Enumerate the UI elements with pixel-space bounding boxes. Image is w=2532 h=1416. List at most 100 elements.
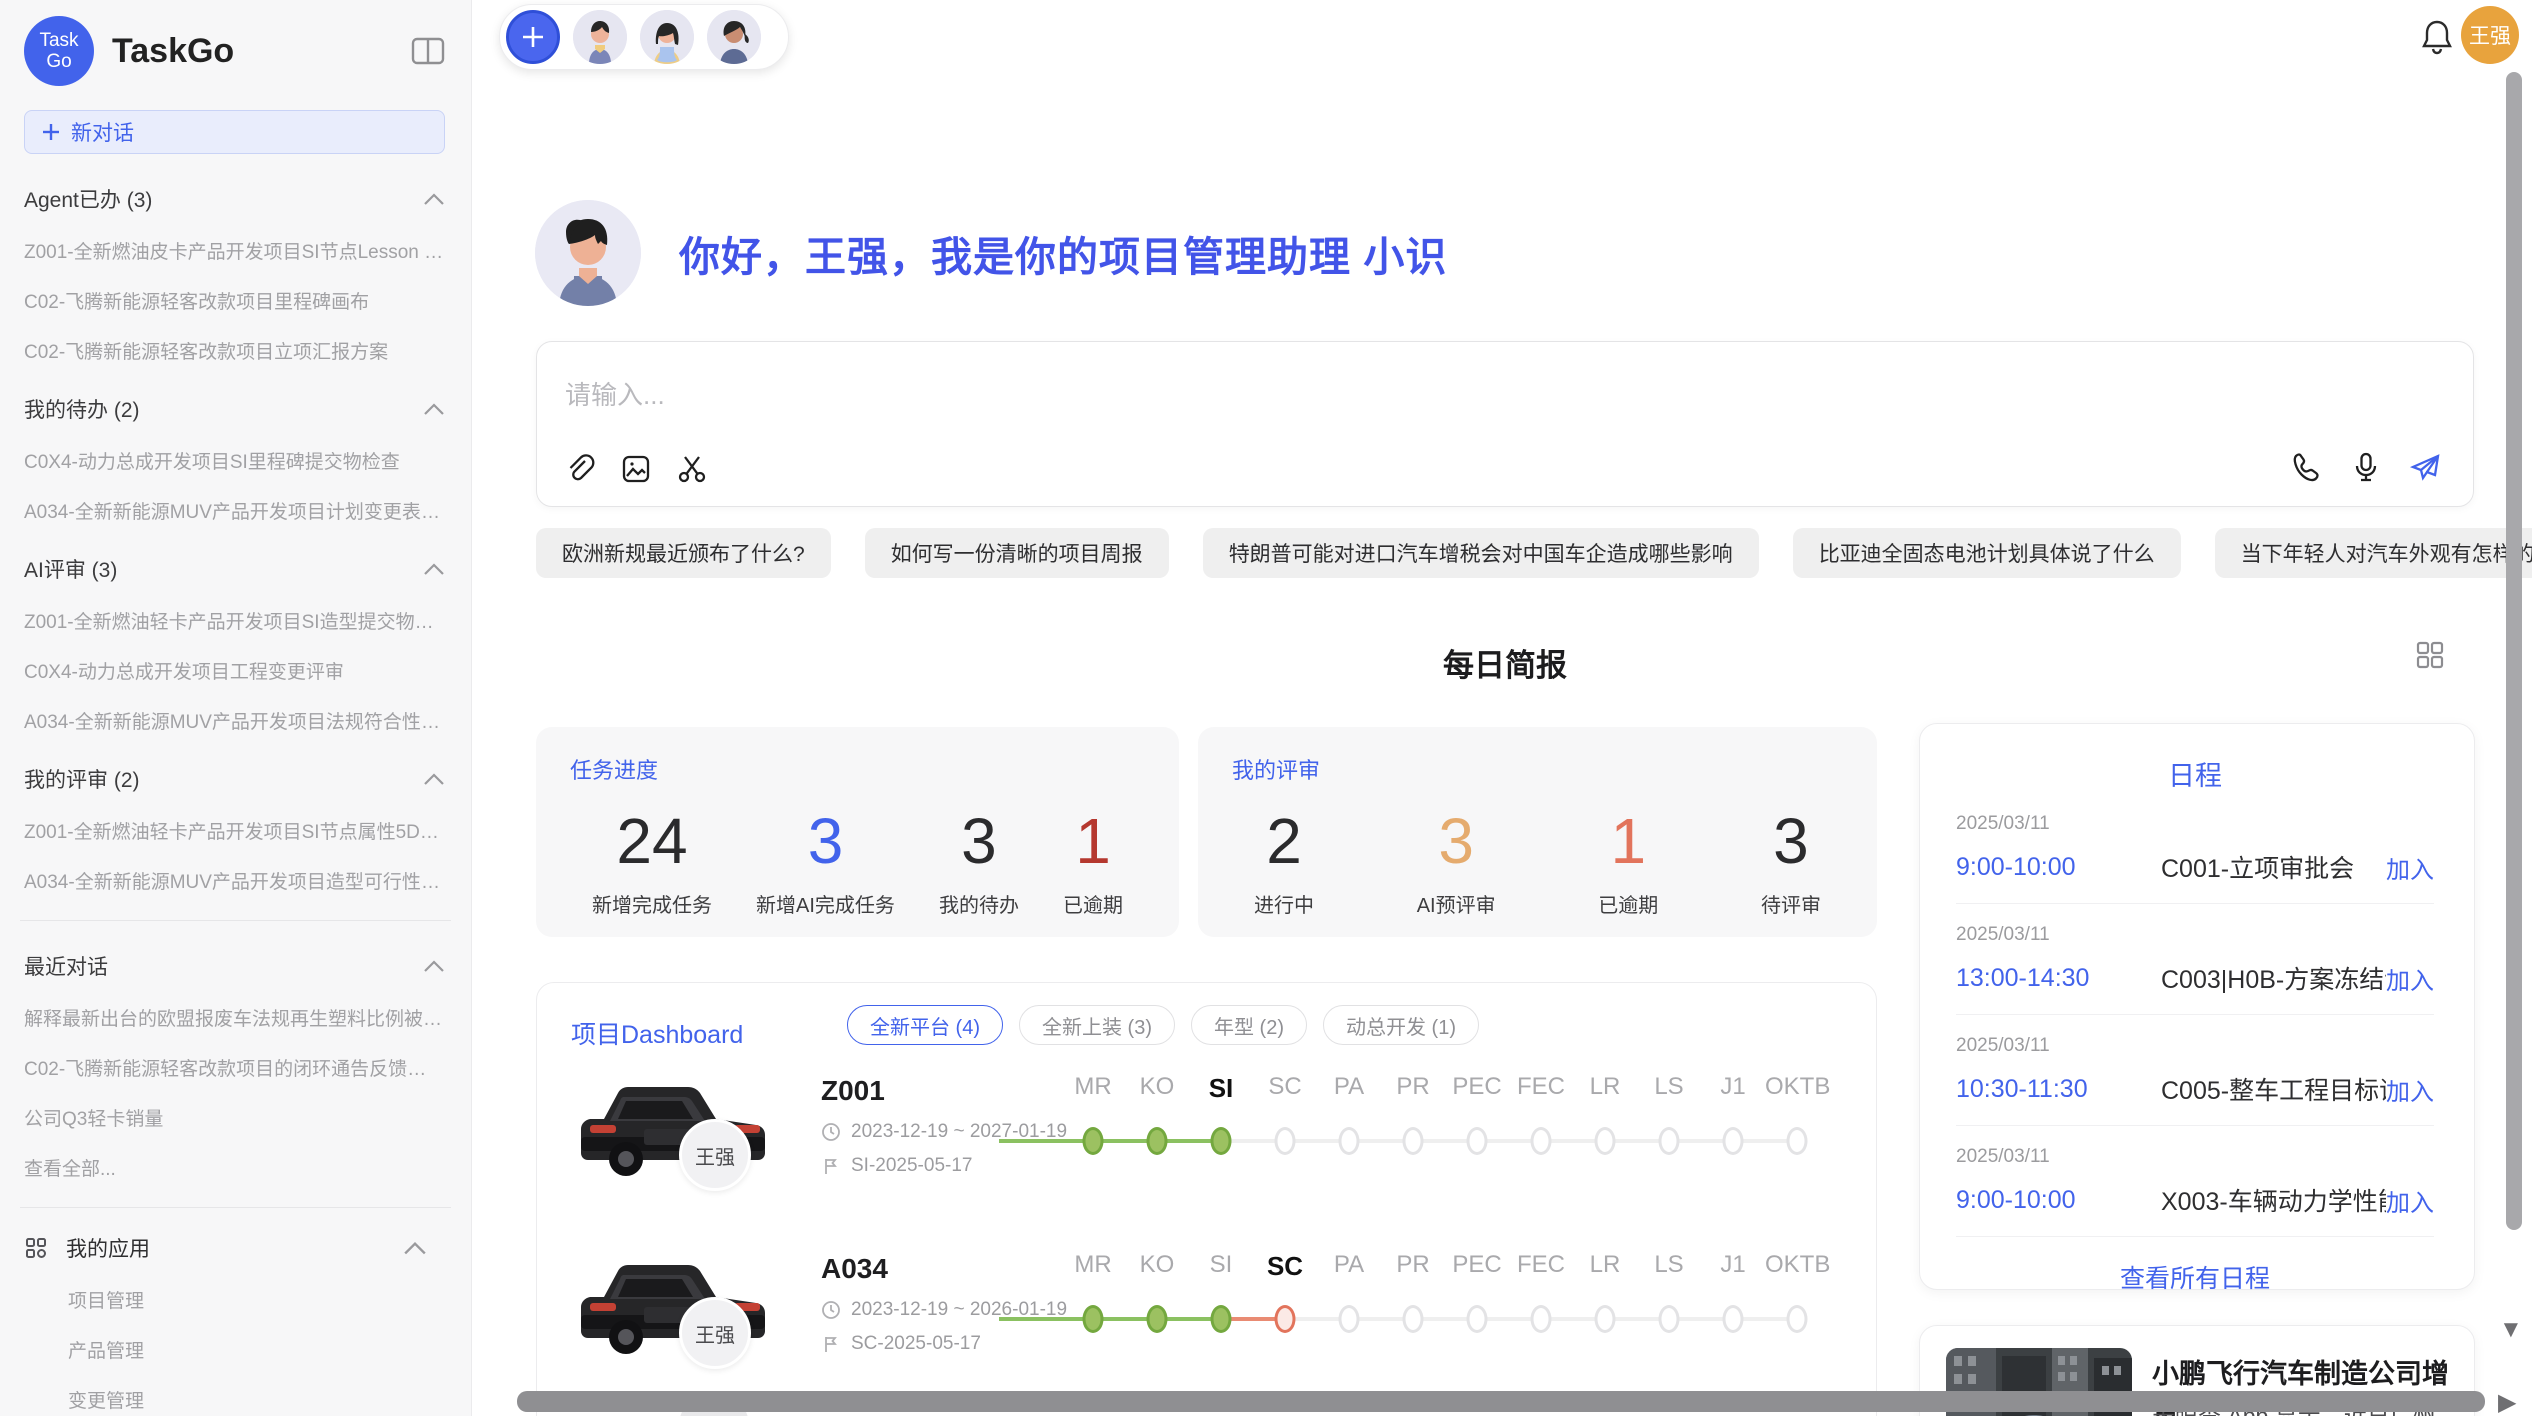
event-name: C005-整车工程目标评审 xyxy=(2161,1071,2386,1107)
agent-avatar-1[interactable] xyxy=(573,10,627,64)
stat-ai-done: 3 新增AI完成任务 xyxy=(756,795,895,918)
layout-grid-icon[interactable] xyxy=(2415,640,2445,670)
join-link[interactable]: 加入 xyxy=(2386,850,2434,885)
image-icon[interactable] xyxy=(619,452,653,486)
send-icon[interactable] xyxy=(2409,450,2443,484)
sidebar-item[interactable]: A034-全新新能源MUV产品开发项目造型可行性评审 xyxy=(24,867,445,894)
milestone-dot xyxy=(1723,1127,1744,1155)
clock-icon xyxy=(821,1300,841,1320)
chevron-up-icon[interactable] xyxy=(423,192,445,206)
add-agent-button[interactable] xyxy=(506,10,560,64)
user-name: 王强 xyxy=(2469,20,2511,50)
agent-avatar-3[interactable] xyxy=(707,10,761,64)
suggestion-chip[interactable]: 特朗普可能对进口汽车增税会对中国车企造成哪些影响 xyxy=(1203,528,1759,578)
milestone-dot xyxy=(1275,1127,1296,1155)
chevron-up-icon[interactable] xyxy=(423,562,445,576)
sidebar-item[interactable]: C02-飞腾新能源轻客改款项目里程碑画布 xyxy=(24,287,445,314)
app-item[interactable]: 项目管理 xyxy=(68,1286,445,1313)
tab-new-platform[interactable]: 全新平台 (4) xyxy=(847,1005,1003,1045)
section-title: 我的待办 (2) xyxy=(24,394,140,424)
user-avatar[interactable]: 王强 xyxy=(2461,6,2519,64)
sidebar-header: Task Go TaskGo xyxy=(24,16,445,86)
sidebar-item[interactable]: Z001-全新燃油轻卡产品开发项目SI造型提交物评审 xyxy=(24,607,445,634)
milestone-dot xyxy=(1595,1305,1616,1333)
event-date: 2025/03/11 xyxy=(1956,813,2434,835)
milestone-dot xyxy=(1147,1127,1168,1155)
event-name: C003|H0B-方案冻结评审 xyxy=(2161,960,2386,996)
tab-new-topbody[interactable]: 全新上装 (3) xyxy=(1019,1005,1175,1045)
suggestion-chip[interactable]: 当下年轻人对汽车外观有怎样的喜好趋势 xyxy=(2215,528,2532,578)
track-lead-line xyxy=(999,1139,1069,1143)
chevron-up-icon[interactable] xyxy=(423,772,445,786)
logo-line1: Task xyxy=(39,30,78,51)
assistant-avatar xyxy=(535,200,641,306)
app-item[interactable]: 产品管理 xyxy=(68,1336,445,1363)
join-link[interactable]: 加入 xyxy=(2386,961,2434,996)
microphone-icon[interactable] xyxy=(2349,450,2383,484)
logo-line2: Go xyxy=(46,51,71,72)
new-chat-button[interactable]: 新对话 xyxy=(24,110,445,154)
schedule-panel: 日程 2025/03/11 9:00-10:00 C001-立项审批会 加入 2… xyxy=(1919,723,2475,1290)
recent-item[interactable]: C02-飞腾新能源轻客改款项目的闭环通告反馈情况 xyxy=(24,1054,445,1081)
event-date: 2025/03/11 xyxy=(1956,924,2434,946)
view-all-schedule-link[interactable]: 查看所有日程 xyxy=(1956,1259,2434,1295)
stat-pending-review: 3 待评审 xyxy=(1761,795,1821,918)
card-title: 我的评审 xyxy=(1232,753,1821,785)
milestone-dot xyxy=(1147,1305,1168,1333)
tab-powertrain[interactable]: 动总开发 (1) xyxy=(1323,1005,1479,1045)
section-agent-done: Agent已办 (3) Z001-全新燃油皮卡产品开发项目SI节点Lesson … xyxy=(24,184,445,364)
milestone-track: MR KO SI SC PA PR PEC FEC LR LS J1 OKTB xyxy=(1061,1245,1829,1365)
suggestion-chip[interactable]: 比亚迪全固态电池计划具体说了什么 xyxy=(1793,528,2181,578)
schedule-title: 日程 xyxy=(1956,754,2434,793)
collapse-sidebar-icon[interactable] xyxy=(411,36,445,66)
join-link[interactable]: 加入 xyxy=(2386,1072,2434,1107)
recent-view-all[interactable]: 查看全部... xyxy=(24,1154,445,1181)
scroll-down-arrow[interactable]: ▼ xyxy=(2499,1316,2523,1344)
stat-new-done: 24 新增完成任务 xyxy=(592,795,712,918)
chevron-up-icon[interactable] xyxy=(403,1236,427,1260)
sidebar-item[interactable]: C0X4-动力总成开发项目工程变更评审 xyxy=(24,657,445,684)
card-title: 任务进度 xyxy=(570,753,1123,785)
greeting-block: 你好，王强，我是你的项目管理助理 小识 xyxy=(535,200,1447,306)
recent-item[interactable]: 公司Q3轻卡销量 xyxy=(24,1104,445,1131)
scissors-icon[interactable] xyxy=(675,452,709,486)
section-title: AI评审 (3) xyxy=(24,554,117,584)
stat-in-progress: 2 进行中 xyxy=(1254,795,1314,918)
message-input[interactable] xyxy=(565,380,2065,411)
milestone-dot xyxy=(1659,1127,1680,1155)
sidebar-item[interactable]: A034-全新新能源MUV产品开发项目法规符合性评审 xyxy=(24,707,445,734)
app-title: TaskGo xyxy=(112,32,411,71)
chevron-up-icon[interactable] xyxy=(423,959,445,973)
sidebar-item[interactable]: A034-全新新能源MUV产品开发项目计划变更表编写 xyxy=(24,497,445,524)
suggestion-chip[interactable]: 欧洲新规最近颁布了什么? xyxy=(536,528,831,578)
app-item[interactable]: 变更管理 xyxy=(68,1386,445,1413)
recent-item[interactable]: 解释最新出台的欧盟报废车法规再生塑料比例被调至15%... xyxy=(24,1004,445,1031)
scroll-right-arrow[interactable]: ▶ xyxy=(2498,1388,2516,1416)
notification-bell-icon[interactable] xyxy=(2419,18,2455,56)
sidebar-item[interactable]: Z001-全新燃油轻卡产品开发项目SI节点属性5D文件评审 xyxy=(24,817,445,844)
paperclip-icon[interactable] xyxy=(563,452,597,486)
phone-icon[interactable] xyxy=(2289,450,2323,484)
agent-avatar-2[interactable] xyxy=(640,10,694,64)
sidebar-item[interactable]: C02-飞腾新能源轻客改款项目立项汇报方案 xyxy=(24,337,445,364)
flag-icon xyxy=(821,1156,841,1176)
main-content: 王强 你好，王强，我是你的项目管理助理 小识 欧洲新规最近颁布了什么? 如 xyxy=(473,0,2532,1416)
greeting-text: 你好，王强，我是你的项目管理助理 小识 xyxy=(679,223,1447,283)
sidebar-item[interactable]: C0X4-动力总成开发项目SI里程碑提交物检查 xyxy=(24,447,445,474)
chevron-up-icon[interactable] xyxy=(423,402,445,416)
dashboard-title: 项目Dashboard xyxy=(571,1015,743,1051)
sidebar-item[interactable]: Z001-全新燃油皮卡产品开发项目SI节点Lesson Learn报告 xyxy=(24,237,445,264)
app-window: Task Go TaskGo 新对话 Agent已办 (3) Z001-全新燃油… xyxy=(0,0,2532,1416)
vertical-scrollbar[interactable] xyxy=(2506,72,2522,1230)
section-title: 最近对话 xyxy=(24,951,108,981)
milestone-dot xyxy=(1083,1127,1104,1155)
suggestion-chip[interactable]: 如何写一份清晰的项目周报 xyxy=(865,528,1169,578)
horizontal-scrollbar[interactable] xyxy=(517,1391,2485,1412)
join-link[interactable]: 加入 xyxy=(2386,1183,2434,1218)
section-title: Agent已办 (3) xyxy=(24,184,152,214)
my-apps-row[interactable]: 我的应用 xyxy=(24,1233,445,1263)
tab-year-model[interactable]: 年型 (2) xyxy=(1191,1005,1307,1045)
milestone-dot xyxy=(1467,1305,1488,1333)
project-code: A034 xyxy=(821,1253,888,1285)
owner-avatar: 王强 xyxy=(679,1119,751,1191)
